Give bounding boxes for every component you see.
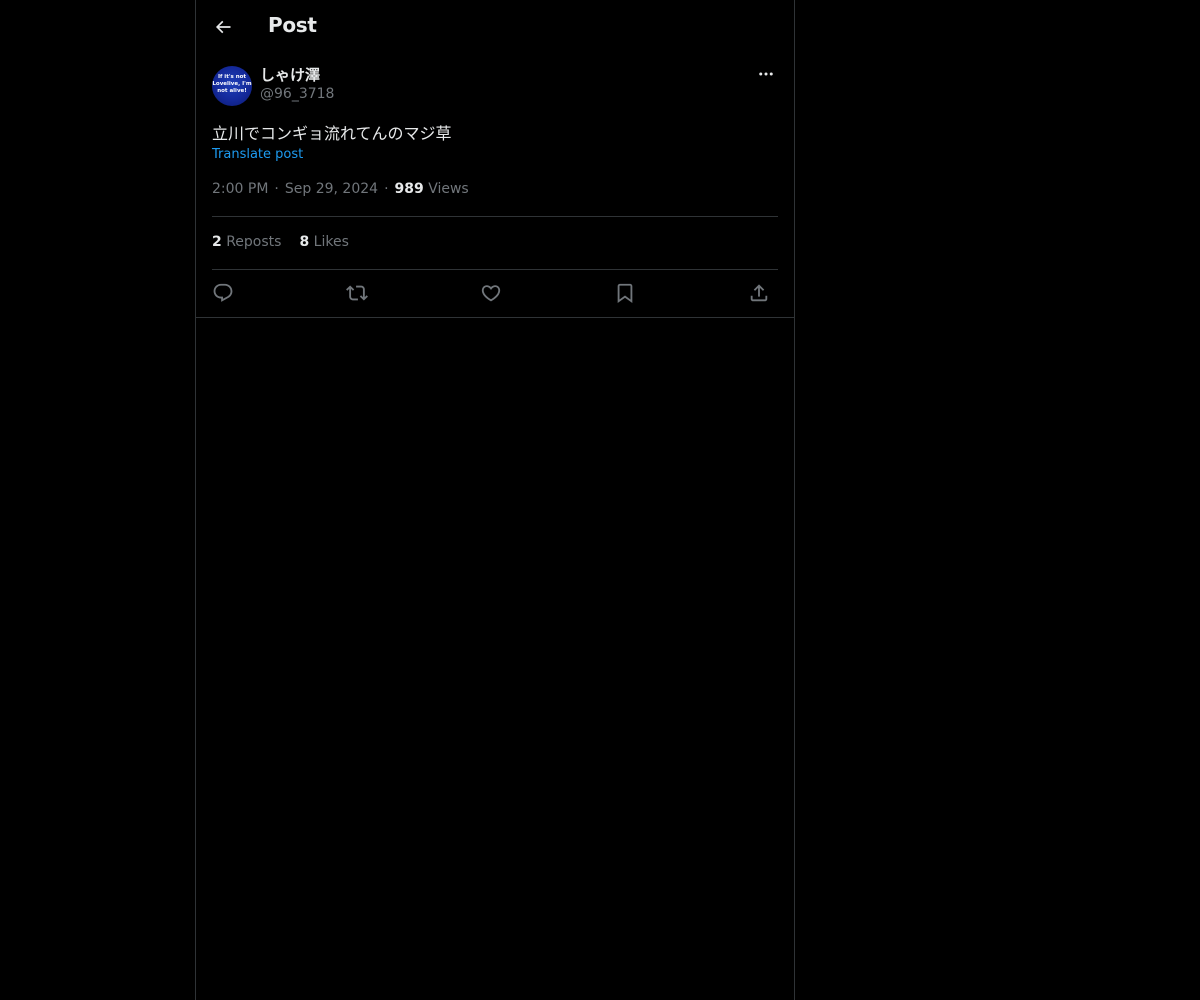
views-count: 989 — [394, 181, 424, 197]
post-author: If it's not Lovelive, I'm not alive! しゃけ… — [212, 64, 778, 108]
arrow-left-icon — [213, 17, 233, 37]
divider — [196, 317, 794, 318]
likes-label: Likes — [313, 234, 349, 250]
author-display-name[interactable]: しゃけ澤 — [260, 64, 320, 85]
likes-count: 8 — [299, 234, 310, 250]
more-options-button[interactable] — [756, 64, 776, 84]
post-text: 立川でコンギョ流れてんのマジ草 — [212, 124, 452, 143]
meta-separator: · — [274, 181, 279, 197]
divider — [212, 216, 778, 217]
bookmark-icon — [614, 282, 636, 304]
repost-button[interactable] — [344, 280, 370, 306]
post-stats: 2 Reposts 8 Likes — [212, 234, 349, 250]
reply-icon — [212, 282, 234, 304]
post-time[interactable]: 2:00 PM — [212, 181, 268, 197]
author-handle[interactable]: @96_3718 — [260, 86, 334, 102]
reposts-stat[interactable]: 2 Reposts — [212, 234, 281, 250]
divider — [212, 269, 778, 270]
likes-stat[interactable]: 8 Likes — [299, 234, 348, 250]
post-detail-column: Post If it's not Lovelive, I'm not alive… — [195, 0, 795, 1000]
avatar-text: If it's not Lovelive, I'm not alive! — [212, 74, 252, 94]
page-header: Post — [196, 0, 794, 54]
share-icon — [748, 282, 770, 304]
page-title: Post — [268, 13, 317, 37]
views-label: Views — [428, 181, 469, 197]
ellipsis-icon — [757, 65, 775, 83]
reply-button[interactable] — [210, 280, 236, 306]
meta-separator: · — [384, 181, 389, 197]
translate-post-link[interactable]: Translate post — [212, 147, 303, 162]
repost-icon — [346, 282, 368, 304]
post-actions — [212, 280, 778, 306]
bookmark-button[interactable] — [612, 280, 638, 306]
reposts-label: Reposts — [226, 234, 282, 250]
reposts-count: 2 — [212, 234, 222, 250]
like-icon — [480, 282, 502, 304]
back-button[interactable] — [208, 12, 238, 42]
post-metadata: 2:00 PM · Sep 29, 2024 · 989 Views — [212, 181, 469, 197]
post-date[interactable]: Sep 29, 2024 — [285, 181, 378, 197]
avatar[interactable]: If it's not Lovelive, I'm not alive! — [212, 66, 252, 106]
like-button[interactable] — [478, 280, 504, 306]
share-button[interactable] — [746, 280, 772, 306]
